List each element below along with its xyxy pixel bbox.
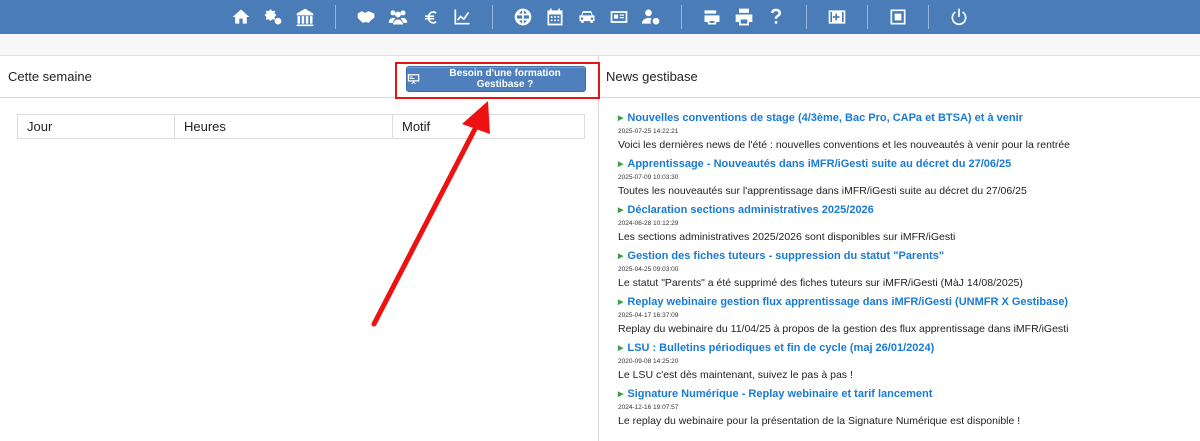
school-icon[interactable] [293, 5, 317, 29]
bullet-triangle-icon: ▶ [618, 299, 624, 306]
news-title[interactable]: Déclaration sections administratives 202… [627, 204, 873, 217]
news-title[interactable]: Apprentissage - Nouveautés dans iMFR/iGe… [627, 158, 1011, 171]
formation-gestibase-button[interactable]: Besoin d'une formation Gestibase ? [406, 66, 586, 92]
user-settings-icon[interactable] [639, 5, 663, 29]
news-title[interactable]: Replay webinaire gestion flux apprentiss… [627, 296, 1068, 309]
news-item: ▶ LSU : Bulletins périodiques et fin de c… [618, 342, 1200, 382]
car-icon[interactable] [575, 5, 599, 29]
news-date: 2025-07-25 14:22:21 [618, 128, 679, 135]
column-header-motif[interactable]: Motif [392, 114, 585, 139]
bullet-triangle-icon: ▶ [618, 115, 624, 122]
chart-icon[interactable] [450, 5, 474, 29]
news-link[interactable]: ▶ Replay webinaire gestion flux apprentis… [618, 296, 1200, 309]
news-date: 2024-12-16 19:07:57 [618, 404, 679, 411]
week-table-header-row: Jour Heures Motif [17, 114, 585, 139]
sub-toolbar-strip [0, 34, 1200, 56]
toolbar-group-main [229, 5, 971, 29]
news-link[interactable]: ▶ Signature Numérique - Replay webinaire … [618, 388, 1200, 401]
news-date: 2025-04-17 16:37:09 [618, 312, 679, 319]
news-item: ▶ Apprentissage - Nouveautés dans iMFR/iG… [618, 158, 1200, 198]
news-item: ▶ Nouvelles conventions de stage (4/3ème,… [618, 112, 1200, 152]
window-icon[interactable] [886, 5, 910, 29]
printer-stack-icon[interactable] [700, 5, 724, 29]
news-item: ▶ Déclaration sections administratives 20… [618, 204, 1200, 244]
news-item: ▶ Signature Numérique - Replay webinaire … [618, 388, 1200, 428]
news-link[interactable]: ▶ LSU : Bulletins périodiques et fin de c… [618, 342, 1200, 355]
euro-icon[interactable] [418, 5, 442, 29]
column-header-heures[interactable]: Heures [174, 114, 393, 139]
news-date: 2024-06-28 10:12:29 [618, 220, 679, 227]
toolbar-separator [492, 5, 493, 29]
help-icon[interactable] [764, 5, 788, 29]
news-link[interactable]: ▶ Nouvelles conventions de stage (4/3ème,… [618, 112, 1200, 125]
news-description: Replay du webinaire du 11/04/25 à propos… [618, 323, 1069, 335]
news-description: Le statut "Parents" a été supprimé des f… [618, 277, 1023, 289]
news-description: Voici les dernières news de l'été : nouv… [618, 139, 1071, 151]
presentation-icon [407, 74, 420, 84]
printer-icon[interactable] [732, 5, 756, 29]
toolbar-separator [335, 5, 336, 29]
column-header-jour[interactable]: Jour [17, 114, 175, 139]
toolbar-separator [928, 5, 929, 29]
news-date: 2025-04-25 09:03:00 [618, 266, 679, 273]
week-table: Jour Heures Motif [17, 114, 585, 139]
first-aid-icon[interactable] [825, 5, 849, 29]
toolbar-separator [806, 5, 807, 29]
bullet-triangle-icon: ▶ [618, 391, 624, 398]
users-icon[interactable] [386, 5, 410, 29]
news-link[interactable]: ▶ Apprentissage - Nouveautés dans iMFR/iG… [618, 158, 1200, 171]
toolbar-separator [681, 5, 682, 29]
bullet-triangle-icon: ▶ [618, 207, 624, 214]
news-panel: News gestibase ▶ Nouvelles conventions de… [600, 56, 1200, 441]
bullet-triangle-icon: ▶ [618, 253, 624, 260]
bullet-triangle-icon: ▶ [618, 161, 624, 168]
news-title[interactable]: LSU : Bulletins périodiques et fin de cy… [627, 342, 934, 355]
top-toolbar [0, 0, 1200, 34]
calendar-icon[interactable] [543, 5, 567, 29]
news-date: 2025-07-09 10:03:30 [618, 174, 679, 181]
id-card-icon[interactable] [607, 5, 631, 29]
news-link[interactable]: ▶ Déclaration sections administratives 20… [618, 204, 1200, 217]
news-description: Les sections administratives 2025/2026 s… [618, 231, 956, 243]
news-title[interactable]: Nouvelles conventions de stage (4/3ème, … [627, 112, 1023, 125]
news-date: 2020-09-08 14:25:20 [618, 358, 679, 365]
news-list: ▶ Nouvelles conventions de stage (4/3ème,… [600, 98, 1200, 428]
news-description: Toutes les nouveautés sur l'apprentissag… [618, 185, 1027, 197]
bullet-triangle-icon: ▶ [618, 345, 624, 352]
toolbar-separator [867, 5, 868, 29]
news-description: Le LSU c'est dès maintenant, suivez le p… [618, 369, 853, 381]
week-panel: Cette semaine Besoin d'une formation Ges… [0, 56, 600, 441]
news-title[interactable]: Gestion des fiches tuteurs - suppression… [627, 250, 944, 263]
week-panel-title: Cette semaine [8, 69, 92, 84]
news-panel-title: News gestibase [606, 69, 698, 84]
settings-icon[interactable] [261, 5, 285, 29]
power-icon[interactable] [947, 5, 971, 29]
home-icon[interactable] [229, 5, 253, 29]
news-panel-header: News gestibase [600, 56, 1200, 98]
news-item: ▶ Replay webinaire gestion flux apprentis… [618, 296, 1200, 336]
news-description: Le replay du webinaire pour la présentat… [618, 415, 1021, 427]
formation-button-label: Besoin d'une formation Gestibase ? [449, 68, 561, 90]
globe-icon[interactable] [511, 5, 535, 29]
news-item: ▶ Gestion des fiches tuteurs - suppressio… [618, 250, 1200, 290]
news-title[interactable]: Signature Numérique - Replay webinaire e… [627, 388, 932, 401]
news-link[interactable]: ▶ Gestion des fiches tuteurs - suppressio… [618, 250, 1200, 263]
handshake-icon[interactable] [354, 5, 378, 29]
